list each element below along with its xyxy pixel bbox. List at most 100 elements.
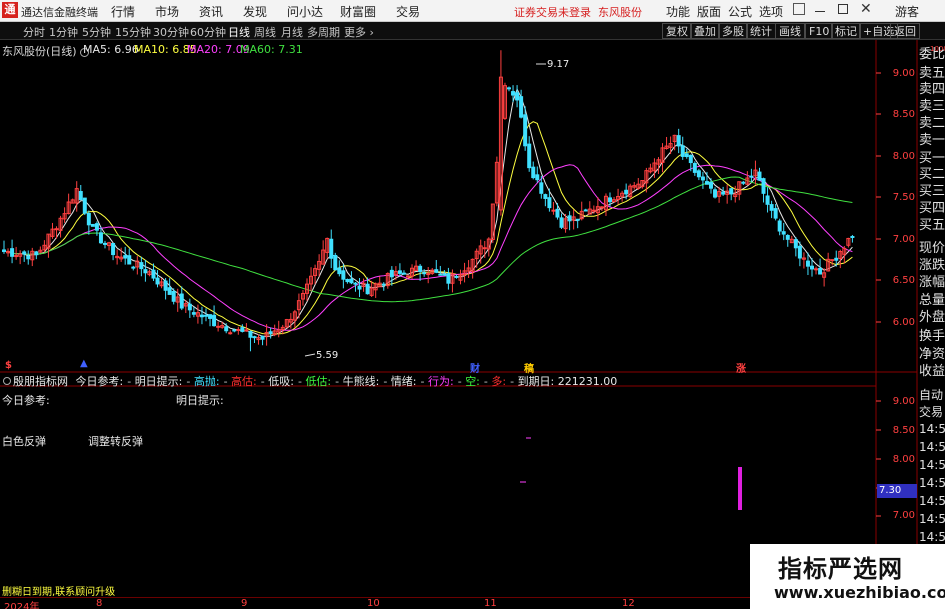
close-icon[interactable]: ✕ <box>860 1 872 17</box>
candlestick-series <box>2 50 855 357</box>
indicator-settings-icon[interactable] <box>3 377 11 385</box>
tab-1min[interactable]: 1分钟 <box>49 24 78 40</box>
side-bid-ratio[interactable]: 委比 <box>919 48 945 61</box>
candle-body <box>341 270 346 280</box>
candle-body <box>127 255 132 265</box>
side-earnings[interactable]: 收益 <box>919 365 945 378</box>
side-net-assets[interactable]: 净资 <box>919 348 945 361</box>
ma5-line <box>4 87 853 338</box>
menu-trade[interactable]: 交易 <box>396 3 420 20</box>
tick-time: 14:56 <box>919 476 945 490</box>
candle-body <box>454 275 459 278</box>
tab-weekly[interactable]: 周线 <box>254 24 276 40</box>
app-title: 通达信金融终端 <box>21 6 98 19</box>
menu-function[interactable]: 功能 <box>666 3 690 20</box>
candle-body <box>204 314 208 317</box>
tick-time: 14:56 <box>919 494 945 508</box>
tick-time: 14:56 <box>919 422 945 436</box>
side-change[interactable]: 涨跌 <box>919 259 945 272</box>
side-bid1[interactable]: 买一 <box>919 152 945 165</box>
candle-body <box>757 171 762 181</box>
side-ask5[interactable]: 卖五 <box>919 67 945 80</box>
menu-icon[interactable] <box>793 3 805 15</box>
btn-mark[interactable]: 标记 <box>831 23 861 39</box>
side-auto[interactable]: 自动 <box>919 386 943 403</box>
sub-y-tick-label: 8.00 <box>892 454 915 465</box>
tab-intraday[interactable]: 分时 <box>23 24 45 40</box>
side-ask4[interactable]: 卖四 <box>919 83 945 96</box>
candle-body <box>692 162 697 173</box>
menu-options[interactable]: 选项 <box>759 3 783 20</box>
btn-drawing[interactable]: 画线 <box>775 23 805 39</box>
side-bid3[interactable]: 买三 <box>919 185 945 198</box>
ind-long: 多: <box>491 375 507 388</box>
candle-body <box>199 314 204 318</box>
candle-body <box>329 238 334 259</box>
candle-body <box>434 269 439 273</box>
candle-body <box>353 282 358 285</box>
side-ask2[interactable]: 卖二 <box>919 117 945 130</box>
side-outer-volume[interactable]: 外盘 <box>919 311 945 324</box>
menu-quotes[interactable]: 行情 <box>111 3 135 20</box>
btn-statistics[interactable]: 统计 <box>746 23 776 39</box>
tab-5min[interactable]: 5分钟 <box>82 24 111 40</box>
ind-tomorrow-tip: 明日提示: <box>134 375 183 388</box>
candle-body <box>406 275 410 278</box>
high-price-label: 9.17 <box>547 59 570 70</box>
guest-login[interactable]: 游客 <box>895 3 919 20</box>
menu-news[interactable]: 资讯 <box>199 3 223 20</box>
btn-multi-stock[interactable]: 多股 <box>718 23 748 39</box>
btn-adjust[interactable]: 复权 <box>662 23 692 39</box>
time-label-oct: 10 <box>367 598 380 609</box>
candle-body <box>389 269 394 278</box>
side-ask3[interactable]: 卖三 <box>919 100 945 113</box>
btn-back[interactable]: 返回 <box>890 23 920 39</box>
tab-60min[interactable]: 60分钟 <box>190 24 226 40</box>
candle-body <box>224 326 229 332</box>
side-bid5[interactable]: 买五 <box>919 219 945 232</box>
indicator-name[interactable]: 殷朋指标网 <box>13 375 68 388</box>
candle-body <box>82 197 87 214</box>
menu-discover[interactable]: 发现 <box>243 3 267 20</box>
tab-daily[interactable]: 日线 <box>228 24 250 40</box>
candle-body <box>680 145 685 157</box>
tab-30min[interactable]: 30分钟 <box>153 24 189 40</box>
candle-body <box>482 247 487 250</box>
candle-body <box>345 279 350 283</box>
side-bid2[interactable]: 买二 <box>919 168 945 181</box>
tab-15min[interactable]: 15分钟 <box>115 24 151 40</box>
app-logo-icon: 通 <box>2 2 18 18</box>
btn-overlay[interactable]: 叠加 <box>690 23 720 39</box>
side-price[interactable]: 现价 <box>919 242 945 255</box>
menu-ask-xiaoda[interactable]: 问小达 <box>287 3 323 20</box>
side-ask1[interactable]: 卖一 <box>919 134 945 147</box>
candle-body <box>123 255 128 259</box>
menu-wealth-circle[interactable]: 财富圈 <box>340 3 376 20</box>
menu-layout[interactable]: 版面 <box>697 3 721 20</box>
side-bid4[interactable]: 买四 <box>919 202 945 215</box>
candle-body <box>14 255 19 258</box>
tab-multi-period[interactable]: 多周期 <box>307 24 340 40</box>
candle-body <box>700 176 705 181</box>
candle-body <box>704 181 709 185</box>
menu-formula[interactable]: 公式 <box>728 3 752 20</box>
btn-f10[interactable]: F10 <box>805 23 834 39</box>
kline-chart[interactable] <box>0 40 945 597</box>
tab-more[interactable]: 更多 › <box>344 24 374 40</box>
indicator-marks <box>520 437 742 510</box>
minimize-icon[interactable] <box>815 11 825 12</box>
side-change-pct[interactable]: 涨幅 <box>919 276 945 289</box>
candle-body <box>357 285 362 290</box>
maximize-icon[interactable] <box>838 4 848 14</box>
candle-body <box>103 242 107 245</box>
side-trade[interactable]: 交易 <box>919 403 943 420</box>
tab-monthly[interactable]: 月线 <box>281 24 303 40</box>
trade-login-status[interactable]: 证券交易未登录 东风股份 <box>514 4 642 20</box>
candle-body <box>90 223 95 227</box>
menu-market[interactable]: 市场 <box>155 3 179 20</box>
candle-body <box>151 269 156 279</box>
side-volume[interactable]: 总量 <box>919 294 945 307</box>
side-turnover[interactable]: 换手 <box>919 330 945 343</box>
ind-short: 空: <box>465 375 480 388</box>
chart-frame <box>0 40 918 597</box>
